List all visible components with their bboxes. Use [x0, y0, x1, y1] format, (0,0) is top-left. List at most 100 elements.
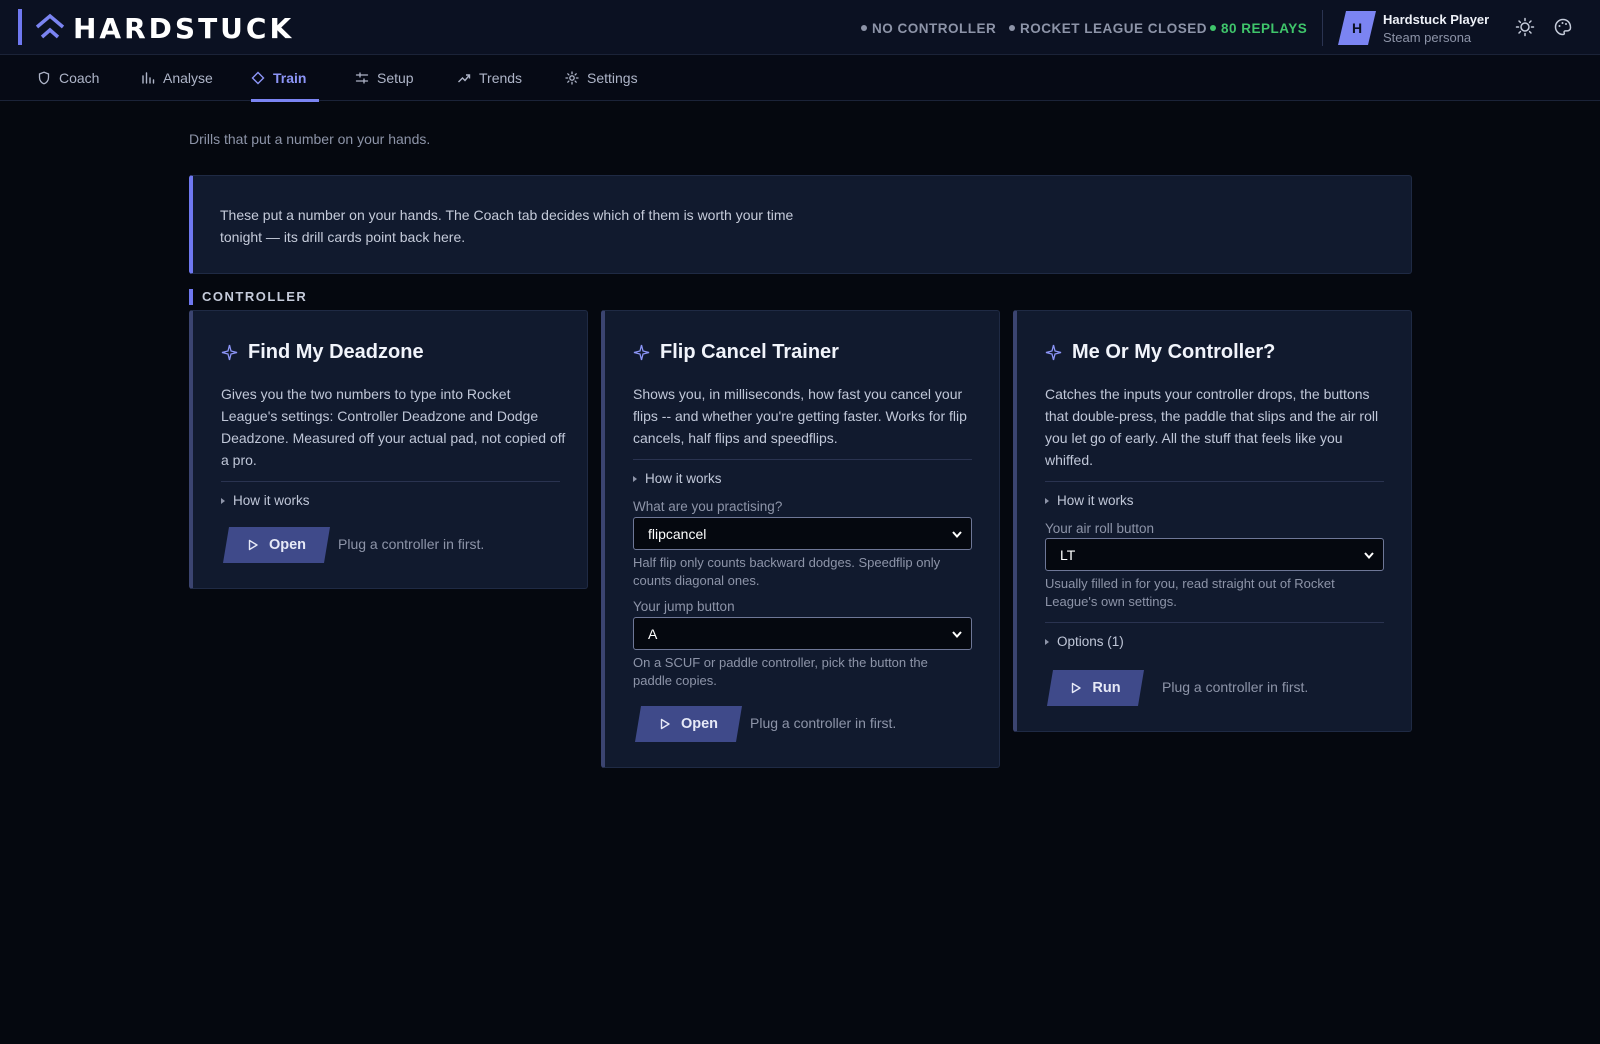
trend-up-icon: [458, 74, 471, 83]
drill-card-controller-check: Me Or My Controller? Catches the inputs …: [1013, 310, 1412, 732]
brand-accent-bar: [18, 9, 22, 45]
disclosure-label: How it works: [1057, 493, 1134, 508]
card-title-text: Find My Deadzone: [248, 341, 424, 363]
select-value: flipcancel: [648, 525, 707, 542]
bar-chart-icon: [142, 72, 155, 84]
info-notice: These put a number on your hands. The Co…: [189, 175, 1412, 274]
button-note: Plug a controller in first.: [750, 715, 897, 731]
disclosure-triangle-icon: [633, 475, 637, 482]
chevron-up-logo-icon: [35, 13, 65, 39]
shield-icon: [38, 71, 50, 85]
card-divider: [1045, 622, 1384, 623]
diamond-icon: [251, 71, 265, 85]
button-note: Plug a controller in first.: [338, 536, 485, 552]
chevron-down-icon: [952, 531, 962, 539]
practice-type-select[interactable]: flipcancel: [633, 517, 972, 550]
play-icon: [247, 539, 259, 551]
main-nav: Coach Analyse Train Setup Trends Setting…: [0, 55, 1600, 102]
tab-train[interactable]: Train: [251, 55, 319, 102]
disclosure-label: Options (1): [1057, 634, 1124, 649]
avatar[interactable]: H: [1338, 11, 1376, 45]
notice-text: These put a number on your hands. The Co…: [220, 207, 794, 245]
disclosure-label: How it works: [233, 493, 310, 508]
status-replays: 80 REPLAYS: [1210, 20, 1307, 36]
chevron-down-icon: [1364, 552, 1374, 560]
sparkle-icon: [633, 344, 650, 361]
tab-label: Setup: [377, 70, 414, 86]
gear-icon: [565, 71, 579, 85]
how-it-works-toggle[interactable]: How it works: [1045, 493, 1134, 508]
how-it-works-toggle[interactable]: How it works: [221, 493, 310, 508]
chevron-down-icon: [952, 631, 962, 639]
button-label: Run: [1092, 680, 1121, 696]
card-divider: [633, 459, 972, 460]
status-controller: NO CONTROLLER: [861, 20, 996, 36]
open-button[interactable]: Open: [635, 706, 742, 742]
open-button[interactable]: Open: [223, 527, 330, 563]
tab-trends[interactable]: Trends: [457, 55, 522, 101]
sparkle-icon: [1045, 344, 1062, 361]
field-hint: On a SCUF or paddle controller, pick the…: [633, 655, 928, 688]
sliders-icon: [355, 72, 369, 84]
status-label: ROCKET LEAGUE CLOSED: [1020, 20, 1208, 36]
button-note: Plug a controller in first.: [1162, 679, 1309, 695]
header-divider: [1322, 10, 1323, 46]
card-divider: [1045, 481, 1384, 482]
sparkle-icon: [221, 344, 238, 361]
tab-label: Analyse: [163, 70, 213, 86]
disclosure-triangle-icon: [1045, 497, 1049, 504]
field-hint: Half flip only counts backward dodges. S…: [633, 555, 941, 588]
card-title: Me Or My Controller?: [1045, 341, 1275, 364]
status-label: 80 REPLAYS: [1221, 20, 1308, 36]
select-value: LT: [1060, 546, 1076, 563]
card-title: Flip Cancel Trainer: [633, 341, 839, 364]
top-bar: HARDSTUCK NO CONTROLLER ROCKET LEAGUE CL…: [0, 0, 1600, 55]
run-button[interactable]: Run: [1047, 670, 1144, 706]
sun-icon[interactable]: [1515, 17, 1535, 37]
status-dot-icon: [1009, 25, 1015, 31]
tab-setup[interactable]: Setup: [355, 55, 414, 101]
select-value: A: [648, 625, 658, 642]
card-description: Shows you, in milliseconds, how fast you…: [633, 386, 967, 446]
section-label: CONTROLLER: [189, 289, 307, 305]
button-label: Open: [680, 716, 719, 732]
jump-button-select[interactable]: A: [633, 617, 972, 650]
page-intro: Drills that put a number on your hands.: [189, 131, 431, 147]
tab-settings[interactable]: Settings: [565, 55, 638, 101]
palette-icon[interactable]: [1553, 17, 1573, 37]
card-description: Gives you the two numbers to type into R…: [221, 386, 566, 468]
how-it-works-toggle[interactable]: How it works: [633, 471, 722, 486]
tab-label: Settings: [587, 70, 638, 86]
disclosure-triangle-icon: [1045, 638, 1049, 645]
tab-coach[interactable]: Coach: [37, 55, 99, 101]
air-roll-label: Your air roll button: [1045, 521, 1155, 536]
status-label: NO CONTROLLER: [872, 20, 997, 36]
status-game: ROCKET LEAGUE CLOSED: [1009, 20, 1207, 36]
button-label: Open: [268, 537, 307, 553]
jump-button-label: Your jump button: [633, 599, 735, 614]
practice-type-label: What are you practising?: [633, 499, 783, 514]
card-title-text: Me Or My Controller?: [1072, 341, 1276, 363]
card-title-text: Flip Cancel Trainer: [660, 341, 839, 363]
tab-analyse[interactable]: Analyse: [141, 55, 213, 101]
user-subtitle: Steam persona: [1383, 30, 1472, 45]
air-roll-select[interactable]: LT: [1045, 538, 1384, 571]
status-dot-icon: [1210, 25, 1216, 31]
options-toggle[interactable]: Options (1): [1045, 634, 1124, 649]
tab-label: Trends: [479, 70, 523, 86]
play-icon: [1070, 682, 1082, 694]
status-dot-icon: [861, 25, 867, 31]
card-description: Catches the inputs your controller drops…: [1045, 386, 1379, 468]
disclosure-triangle-icon: [221, 497, 225, 504]
card-divider: [221, 481, 560, 482]
drill-card-deadzone: Find My Deadzone Gives you the two numbe…: [189, 310, 588, 589]
brand-name: HARDSTUCK: [73, 12, 295, 45]
disclosure-label: How it works: [645, 471, 722, 486]
user-name: Hardstuck Player: [1383, 12, 1490, 27]
card-title: Find My Deadzone: [221, 341, 424, 364]
field-hint: Usually filled in for you, read straight…: [1045, 576, 1335, 609]
play-icon: [659, 718, 671, 730]
drill-card-flip-cancel: Flip Cancel Trainer Shows you, in millis…: [601, 310, 1000, 768]
tab-label: Coach: [59, 70, 100, 86]
tab-label: Train: [273, 70, 307, 86]
